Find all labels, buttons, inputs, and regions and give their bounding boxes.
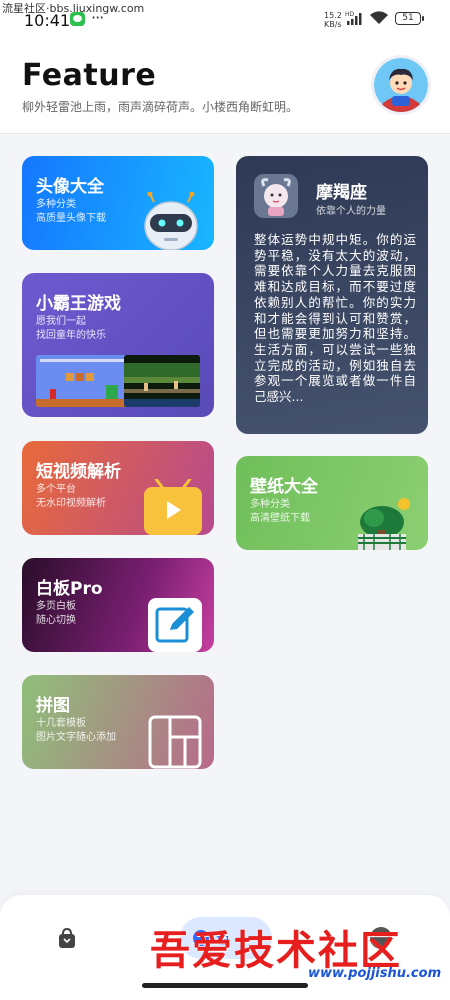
card-desc-line2: 找回童年的快乐 (36, 330, 106, 341)
game-screenshot-mario (36, 355, 128, 407)
capricorn-icon (254, 174, 298, 218)
card-desc-line2: 随心切换 (36, 615, 76, 626)
card-avatar-collection[interactable]: 头像大全 多种分类 高质量头像下载 (22, 156, 214, 250)
card-desc-line1: 多种分类 (36, 199, 76, 210)
wifi-icon (370, 11, 388, 24)
card-video-parser[interactable]: 短视频解析 多个平台 无水印视频解析 (22, 441, 214, 535)
home-indicator (142, 983, 308, 988)
card-wallpaper[interactable]: 壁纸大全 多种分类 高清壁纸下载 (236, 456, 428, 550)
layout-grid-icon (148, 715, 202, 769)
hd-signal-icon: HD (345, 11, 362, 25)
status-bar: 流星社区·bbs.liuxingw.com 10:41 ··· 15.2 KB/… (0, 0, 450, 36)
header: Feature 柳外轻雷池上雨，雨声滴碎荷声。小楼西角断虹明。 (0, 36, 450, 134)
card-desc-line1: 多种分类 (250, 499, 290, 510)
status-clock: 10:41 (24, 11, 71, 30)
card-desc-line1: 愿我们一起 (36, 316, 86, 327)
card-desc-line1: 十几套模板 (36, 718, 86, 729)
page-subtitle: 柳外轻雷池上雨，雨声滴碎荷声。小楼西角断虹明。 (22, 100, 299, 114)
avatar[interactable] (374, 58, 428, 112)
superhero-avatar-icon (374, 58, 428, 112)
bag-icon[interactable] (56, 927, 78, 949)
horoscope-text: 整体运势中规中矩。你的运势平稳，没有太大的波动，需要依靠个人力量去克服困难和达成… (254, 232, 416, 405)
card-desc: 多页白板 随心切换 (36, 600, 76, 628)
card-title: 短视频解析 (36, 462, 121, 482)
net-speed: 15.2 KB/s (324, 11, 342, 29)
wallpaper-tree-icon (358, 498, 410, 550)
card-whiteboard-pro[interactable]: 白板Pro 多页白板 随心切换 (22, 558, 214, 652)
card-desc: 多个平台 无水印视频解析 (36, 483, 106, 511)
card-desc: 多种分类 高质量头像下载 (36, 198, 106, 226)
svg-text:HD: HD (345, 11, 355, 18)
card-nes-games[interactable]: 小霸王游戏 愿我们一起 找回童年的快乐 (22, 273, 214, 417)
robot-icon (144, 192, 198, 250)
card-title: 壁纸大全 (250, 477, 318, 497)
edit-icon (148, 598, 202, 652)
net-speed-unit: KB/s (324, 20, 342, 29)
card-desc: 愿我们一起 找回童年的快乐 (36, 315, 106, 343)
net-speed-value: 15.2 (324, 11, 342, 20)
card-desc: 多种分类 高清壁纸下载 (250, 498, 310, 526)
card-title: 小霸王游戏 (36, 294, 121, 314)
card-collage[interactable]: 拼图 十几套模板 图片文字随心添加 (22, 675, 214, 769)
card-desc-line2: 无水印视频解析 (36, 498, 106, 509)
card-horoscope[interactable]: 摩羯座 依靠个人的力量 整体运势中规中矩。你的运势平稳，没有太大的波动，需要依靠… (236, 156, 428, 434)
card-desc-line1: 多个平台 (36, 484, 76, 495)
card-desc-line2: 高清壁纸下载 (250, 513, 310, 524)
card-title: 头像大全 (36, 177, 104, 197)
card-desc-line1: 多页白板 (36, 601, 76, 612)
watermark-url: www.pojjishu.com (308, 966, 442, 981)
card-desc-line2: 图片文字随心添加 (36, 732, 116, 743)
horoscope-motto: 依靠个人的力量 (316, 206, 386, 217)
page-title: Feature (22, 58, 157, 93)
game-screenshot-contra (124, 355, 200, 407)
horoscope-sign: 摩羯座 (316, 183, 367, 203)
card-desc: 十几套模板 图片文字随心添加 (36, 717, 116, 745)
video-play-icon (144, 479, 202, 535)
card-title: 白板Pro (36, 579, 103, 599)
more-dots-icon: ··· (91, 8, 104, 27)
wechat-icon (70, 12, 85, 26)
card-title: 拼图 (36, 696, 70, 716)
battery-icon: 51 (395, 12, 424, 25)
card-desc-line2: 高质量头像下载 (36, 213, 106, 224)
